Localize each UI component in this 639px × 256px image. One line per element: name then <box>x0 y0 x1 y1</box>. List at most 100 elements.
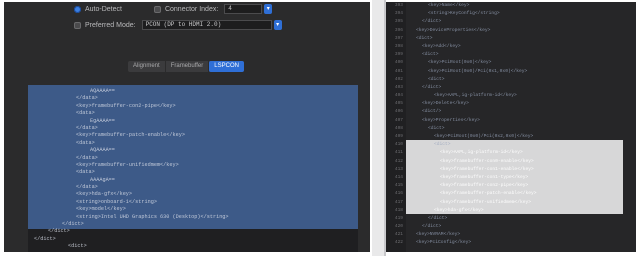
connector-index-field[interactable]: 4 <box>224 4 263 14</box>
line-number: 397 <box>394 35 403 41</box>
line-number: 403 <box>394 84 403 90</box>
line-number: 394 <box>394 11 403 17</box>
preferred-mode-row: Preferred Mode: PCON (DP to HDMI 2.0) ▾ <box>74 18 282 32</box>
code-line: <key>framebuffer-patch-enable</key> <box>440 191 537 197</box>
code-line: <key>AAPL,ig-platform-id</key> <box>440 150 523 156</box>
code-line: <key>framebuffer-con0-enable</key> <box>440 158 534 164</box>
code-line: </dict> <box>422 84 442 90</box>
line-number: 398 <box>394 43 403 49</box>
line-number: 420 <box>394 224 403 230</box>
code-line: <key>hda-gfx</key> <box>434 207 484 213</box>
code-line: <key>PciRoot(0x0)/Pci(0x1,0x0)</key> <box>428 68 528 74</box>
line-number: 413 <box>394 166 403 172</box>
code-line: AAAAgA== <box>90 176 115 183</box>
code-line: <key>Delete</key> <box>422 101 469 107</box>
config-plist-editor[interactable]: 393 394 395 396 397 398 399 400 401 402 403 404 405 4… <box>386 2 636 252</box>
code-line: </data> <box>76 154 98 161</box>
code-line: <key>framebuffer-con1-enable</key> <box>440 166 534 172</box>
code-line: <key>model</key> <box>76 206 126 213</box>
line-number: 402 <box>394 76 403 82</box>
connector-index-stepper[interactable]: ▾ <box>264 4 273 14</box>
code-line: <data> <box>76 110 95 117</box>
code-line: AQAAAA== <box>90 147 115 154</box>
code-line: EgAAAA== <box>90 117 115 124</box>
auto-detect-label: Auto-Detect <box>85 5 122 13</box>
line-number: 414 <box>394 174 403 180</box>
code-line: <key>DeviceProperties</key> <box>416 27 491 33</box>
plist-code-editor[interactable]: AQAAAA== </data> <key>framebuffer-con2-pip… <box>28 85 358 252</box>
code-line: <key>NVRAM</key> <box>416 232 461 238</box>
code-line: </dict> <box>34 235 56 242</box>
code-line: <string>Intel UHD Graphics 630 (Desktop)… <box>76 213 229 220</box>
code-line: <dict> <box>434 142 451 148</box>
code-line: <key>Name</key> <box>428 3 470 8</box>
code-line: <string>KeyConfig</string> <box>428 11 500 17</box>
code-line: <key>hda-gfx</key> <box>76 191 133 198</box>
tab-lspcon[interactable]: LSPCON <box>209 61 244 72</box>
line-number: 393 <box>394 3 403 8</box>
line-number: 401 <box>394 68 403 74</box>
line-number: 410 <box>394 142 403 148</box>
code-line: </dict> <box>422 224 442 230</box>
code-line: </dict> <box>48 228 70 235</box>
line-number: 408 <box>394 125 403 131</box>
line-number: 395 <box>394 19 403 25</box>
code-line: AQAAAA== <box>90 88 115 94</box>
line-number: 418 <box>394 207 403 213</box>
code-line: <data> <box>76 139 95 146</box>
code-line: <key>framebuffer-unifiedmem</key> <box>440 199 531 205</box>
code-line: <dict> <box>428 76 445 82</box>
line-number: 421 <box>394 232 403 238</box>
code-line: </data> <box>76 95 98 102</box>
code-line: <key>framebuffer-con2-pipe</key> <box>440 183 529 189</box>
line-number: 417 <box>394 199 403 205</box>
line-number-gutter: 393 394 395 396 397 398 399 400 401 402 403 404 405 4… <box>386 2 406 252</box>
code-line: <key>Properties</key> <box>422 117 480 123</box>
preferred-mode-select[interactable]: PCON (DP to HDMI 2.0) <box>141 20 272 30</box>
connector-settings-pane: Auto-Detect Connector Index: 4 ▾ Preferr… <box>4 2 370 252</box>
line-number: 415 <box>394 183 403 189</box>
code-line: <key>framebuffer-con1-type</key> <box>440 174 529 180</box>
line-number: 416 <box>394 191 403 197</box>
code-line: </dict> <box>62 221 84 228</box>
code-line: <key>framebuffer-con2-pipe</key> <box>76 102 176 109</box>
tab-framebuffer[interactable]: Framebuffer <box>166 61 210 72</box>
preferred-mode-label: Preferred Mode: <box>85 21 136 29</box>
line-number: 406 <box>394 109 403 115</box>
code-line: <dict> <box>416 35 433 41</box>
line-number: 405 <box>394 101 403 107</box>
code-line: <key>PciRoot(0x0)</key> <box>428 60 492 66</box>
line-number: 412 <box>394 158 403 164</box>
code-line: <dict> <box>428 125 445 131</box>
code-line: <key>PciConfig</key> <box>416 240 472 246</box>
connector-index-checkbox[interactable] <box>153 5 161 13</box>
right-code-lines: <key>Name</key> <string>KeyConfig</string… <box>410 2 634 248</box>
line-number: 409 <box>394 134 403 139</box>
tab-alignment[interactable]: Alignment <box>128 61 166 72</box>
line-number: 399 <box>394 52 403 58</box>
code-line: <string>onboard-1</string> <box>76 198 157 205</box>
line-number: 422 <box>394 240 403 246</box>
code-lines: AQAAAA== </data> <key>framebuffer-con2-pip… <box>28 88 358 251</box>
code-line: <key>framebuffer-patch-enable</key> <box>76 132 185 139</box>
code-line: </dict> <box>422 19 442 25</box>
line-number: 411 <box>394 150 403 156</box>
line-number: 419 <box>394 215 403 221</box>
code-line: <dict> <box>68 243 87 250</box>
code-line: </data> <box>76 124 98 131</box>
line-number: 404 <box>394 93 403 99</box>
code-line: <key>Add</key> <box>422 43 461 49</box>
preferred-mode-dropdown[interactable]: ▾ <box>273 20 282 30</box>
line-number: 407 <box>394 117 403 123</box>
preferred-mode-checkbox[interactable] <box>74 21 81 29</box>
code-line: </dict> <box>428 215 448 221</box>
code-line: <key>AAPL,ig-platform-id</key> <box>434 93 517 99</box>
auto-detect-radio[interactable] <box>74 5 81 13</box>
code-line: <dict/> <box>422 109 442 115</box>
code-line: <key>framebuffer-unifiedmem</key> <box>76 161 179 168</box>
code-line: <data> <box>76 169 95 176</box>
code-line: <key>PciRoot(0x0)/Pci(0x2,0x0)</key> <box>434 134 534 139</box>
code-line: </data> <box>76 184 98 191</box>
auto-detect-row: Auto-Detect Connector Index: 4 ▾ <box>74 2 273 16</box>
code-line: <dict> <box>422 52 439 58</box>
